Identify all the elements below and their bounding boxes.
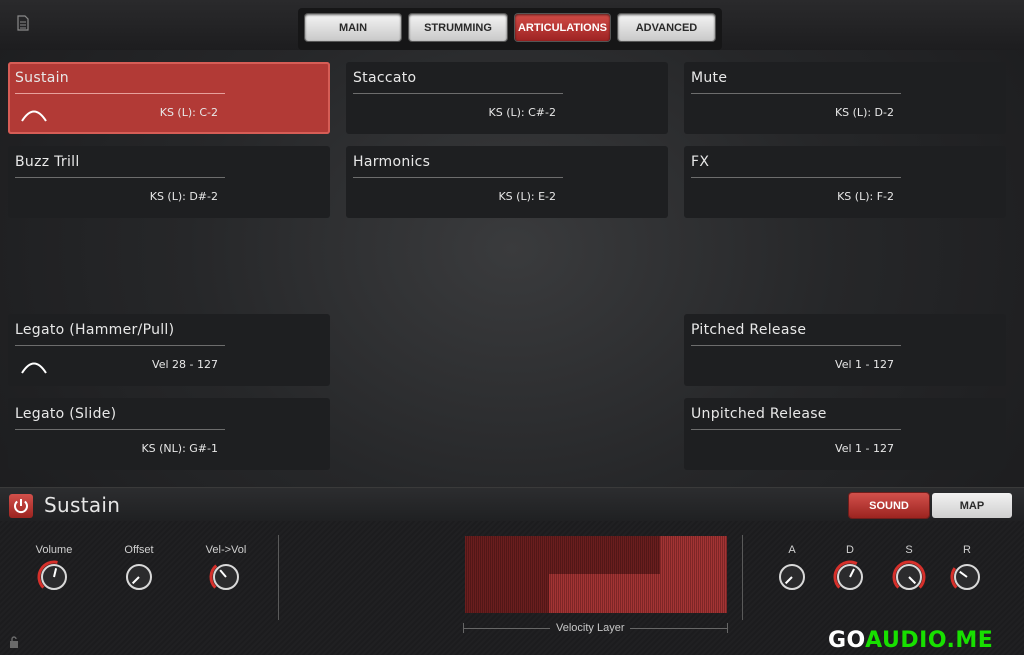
articulation-name: Legato (Slide) (15, 406, 117, 422)
divider (278, 535, 279, 620)
articulation-name: Legato (Hammer/Pull) (15, 322, 175, 338)
knob-label-sustain: S (905, 544, 913, 556)
articulation-velocity: Vel 28 - 127 (152, 358, 218, 371)
knob-label-vel-vol: Vel->Vol (205, 544, 247, 556)
divider (691, 429, 901, 430)
divider (353, 177, 563, 178)
divider (15, 93, 225, 94)
articulation-legato-slide[interactable]: Legato (Slide) KS (NL): G#-1 (8, 398, 330, 470)
sound-button[interactable]: SOUND (849, 493, 929, 518)
articulation-name: FX (691, 154, 710, 170)
articulation-name: Sustain (15, 70, 69, 86)
articulation-name: Unpitched Release (691, 406, 827, 422)
attack-knob[interactable] (775, 560, 809, 594)
watermark-prefix: GO (828, 628, 866, 653)
map-button[interactable]: MAP (932, 493, 1012, 518)
divider (742, 535, 743, 620)
divider (691, 345, 901, 346)
articulation-keyswitch: KS (L): C#-2 (488, 106, 556, 119)
articulation-unpitched-release[interactable]: Unpitched Release Vel 1 - 127 (684, 398, 1006, 470)
vel-vol-knob[interactable] (209, 560, 243, 594)
articulation-mute[interactable]: Mute KS (L): D-2 (684, 62, 1006, 134)
tab-main[interactable]: MAIN (305, 14, 401, 41)
velocity-layer-a-high (660, 536, 727, 613)
articulation-keyswitch: KS (NL): G#-1 (141, 442, 218, 455)
velocity-layer-b (549, 574, 660, 613)
velocity-layer-display[interactable] (465, 536, 727, 613)
knob-label-attack: A (788, 544, 796, 556)
knob-label-volume: Volume (35, 544, 73, 556)
divider (691, 177, 901, 178)
instrument-window: MAIN STRUMMING ARTICULATIONS ADVANCED Su… (0, 0, 1024, 655)
tab-articulations[interactable]: ARTICULATIONS (515, 14, 610, 41)
power-icon (14, 499, 28, 514)
divider (15, 345, 225, 346)
knob-label-decay: D (846, 544, 854, 556)
lock-icon[interactable] (9, 636, 19, 648)
articulation-sustain[interactable]: Sustain KS (L): C-2 (8, 62, 330, 134)
divider (15, 429, 225, 430)
tab-bar: MAIN STRUMMING ARTICULATIONS ADVANCED (298, 8, 722, 50)
articulation-velocity: Vel 1 - 127 (835, 442, 894, 455)
divider (353, 93, 563, 94)
articulation-keyswitch: KS (L): F-2 (837, 190, 894, 203)
tab-strumming[interactable]: STRUMMING (409, 14, 507, 41)
selected-articulation-title: Sustain (44, 493, 121, 517)
sustain-knob[interactable] (892, 560, 926, 594)
articulation-legato-hammer-pull[interactable]: Legato (Hammer/Pull) Vel 28 - 127 (8, 314, 330, 386)
arc-icon (21, 110, 47, 122)
knob-label-release: R (963, 544, 971, 556)
tab-advanced[interactable]: ADVANCED (618, 14, 715, 41)
arc-icon (21, 362, 47, 374)
articulation-name: Mute (691, 70, 728, 86)
articulation-pitched-release[interactable]: Pitched Release Vel 1 - 127 (684, 314, 1006, 386)
volume-knob[interactable] (37, 560, 71, 594)
articulation-fx[interactable]: FX KS (L): F-2 (684, 146, 1006, 218)
top-bar: MAIN STRUMMING ARTICULATIONS ADVANCED (0, 0, 1024, 50)
velocity-layer-label: Velocity Layer (550, 622, 631, 634)
articulation-name: Harmonics (353, 154, 431, 170)
divider (463, 623, 464, 633)
articulation-staccato[interactable]: Staccato KS (L): C#-2 (346, 62, 668, 134)
document-icon[interactable] (17, 15, 29, 31)
decay-knob[interactable] (833, 560, 867, 594)
articulation-buzz-trill[interactable]: Buzz Trill KS (L): D#-2 (8, 146, 330, 218)
divider (15, 177, 225, 178)
watermark-accent: AUDIO.ME (865, 628, 994, 653)
articulation-name: Staccato (353, 70, 417, 86)
articulation-name: Buzz Trill (15, 154, 80, 170)
divider (691, 93, 901, 94)
offset-knob[interactable] (122, 560, 156, 594)
selected-articulation-header: Sustain SOUND MAP (0, 487, 1024, 522)
articulation-keyswitch: KS (L): C-2 (159, 106, 218, 119)
articulation-keyswitch: KS (L): E-2 (498, 190, 556, 203)
release-knob[interactable] (950, 560, 984, 594)
articulation-keyswitch: KS (L): D-2 (834, 106, 894, 119)
articulation-velocity: Vel 1 - 127 (835, 358, 894, 371)
knob-label-offset: Offset (124, 544, 154, 556)
articulation-harmonics[interactable]: Harmonics KS (L): E-2 (346, 146, 668, 218)
watermark: GOAUDIO.ME (828, 628, 993, 653)
power-button[interactable] (9, 494, 33, 518)
articulation-keyswitch: KS (L): D#-2 (149, 190, 218, 203)
articulation-name: Pitched Release (691, 322, 807, 338)
divider (727, 623, 728, 633)
